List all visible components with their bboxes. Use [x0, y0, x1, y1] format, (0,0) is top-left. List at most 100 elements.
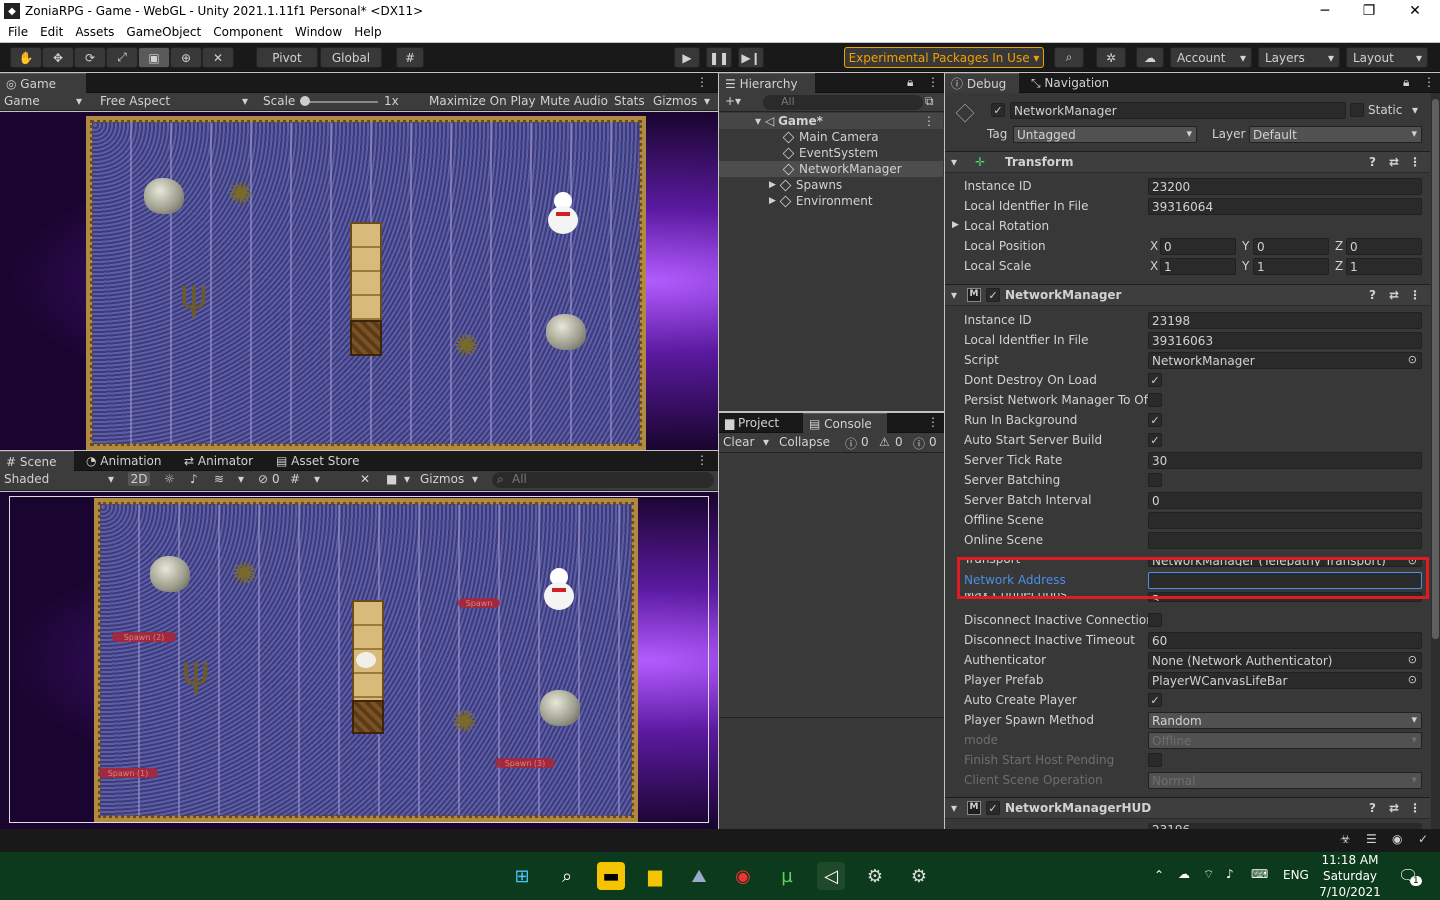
menu-edit[interactable]: Edit — [36, 25, 67, 39]
minimize-button[interactable]: ─ — [1302, 0, 1348, 22]
photos-icon[interactable]: ⛰ — [685, 862, 713, 890]
menu-component[interactable]: Component — [209, 25, 287, 39]
scene-viewport[interactable]: ✺ ψ ✺ Spawn Spawn (3) Spawn (2) Spawn (1… — [0, 492, 718, 829]
transform-local-id-field[interactable]: 39316064 — [1148, 198, 1422, 215]
spawn-marker[interactable]: Spawn (2) — [112, 632, 176, 642]
mute-audio-toggle[interactable]: Mute Audio — [540, 94, 608, 108]
menu-window[interactable]: Window — [291, 25, 346, 39]
tools-icon[interactable]: ✕ — [360, 472, 370, 486]
chrome-icon[interactable]: ◉ — [729, 862, 757, 890]
tab-animation[interactable]: ◔ Animation — [80, 451, 167, 471]
server-batching-checkbox[interactable] — [1148, 473, 1162, 487]
position-z-field[interactable]: 0 — [1346, 238, 1422, 255]
object-name-input[interactable]: NetworkManager — [1010, 102, 1346, 119]
shading-dropdown[interactable]: Shaded — [4, 472, 49, 486]
persist-network-manager-to-offl-checkbox[interactable] — [1148, 393, 1162, 407]
foldout-arrow-icon[interactable]: ▾ — [951, 288, 957, 302]
pause-button[interactable]: ❚❚ — [706, 47, 732, 68]
help-icon[interactable]: ? — [1369, 288, 1376, 302]
expand-arrow-icon[interactable]: ▶ — [769, 196, 776, 206]
audio-icon[interactable]: ♪ — [190, 472, 198, 486]
progress-icon[interactable]: ◉ — [1392, 832, 1402, 846]
transform-instance-id-field[interactable]: 23200 — [1148, 178, 1422, 195]
display-dropdown[interactable]: Game — [4, 94, 40, 108]
experimental-packages-button[interactable]: Experimental Packages In Use ▾ — [844, 47, 1044, 68]
global-button[interactable]: Global — [320, 47, 382, 68]
expand-arrow-icon[interactable]: ▾ — [755, 114, 761, 128]
authenticator-field[interactable]: None (Network Authenticator) ⊙ — [1148, 652, 1422, 669]
foldout-arrow-icon[interactable]: ▶ — [952, 220, 959, 230]
aspect-dropdown[interactable]: Free Aspect — [100, 94, 170, 108]
help-icon[interactable]: ? — [1369, 801, 1376, 815]
auto-create-player-checkbox[interactable]: ✓ — [1148, 693, 1162, 707]
tag-dropdown[interactable]: Untagged — [1013, 126, 1197, 143]
scale-y-field[interactable]: 1 — [1253, 258, 1329, 275]
component-enabled-checkbox[interactable]: ✓ — [986, 801, 1000, 815]
app-icon-2[interactable]: ⚙ — [905, 862, 933, 890]
scene-visibility-icon[interactable]: ⧉ — [925, 94, 934, 109]
move-tool-icon[interactable]: ✥ — [42, 47, 74, 68]
step-button[interactable]: ▶❙ — [738, 47, 764, 68]
auto-start-server-build-checkbox[interactable]: ✓ — [1148, 433, 1162, 447]
auto-generate-icon[interactable]: ✓ — [1418, 832, 1428, 846]
wifi-icon[interactable]: ⌔ — [1203, 867, 1214, 882]
expand-arrow-icon[interactable]: ▶ — [769, 180, 776, 190]
warning-icon[interactable]: ⚠ — [879, 435, 890, 449]
object-picker-icon[interactable]: ⊙ — [1408, 653, 1417, 666]
utorrent-icon[interactable]: µ — [773, 862, 801, 890]
panel-menu-icon[interactable]: ⋮ — [927, 415, 939, 429]
run-in-background-checkbox[interactable]: ✓ — [1148, 413, 1162, 427]
menu-file[interactable]: File — [4, 25, 32, 39]
active-checkbox[interactable]: ✓ — [991, 103, 1005, 117]
sticky-notes-icon[interactable]: ▬ — [597, 862, 625, 890]
game-viewport[interactable]: ✺ ψ ✺ — [0, 112, 718, 450]
network-manager-hud-header[interactable]: ▾ M ✓ NetworkManagerHUD ? ⇄ ⋮ — [945, 797, 1430, 819]
layer-dropdown[interactable]: Default — [1249, 126, 1422, 143]
menu-help[interactable]: Help — [350, 25, 385, 39]
tab-navigation[interactable]: ⤡ Navigation — [1025, 73, 1115, 93]
language-indicator[interactable]: ENG — [1283, 868, 1309, 882]
presets-icon[interactable]: ⇄ — [1389, 801, 1399, 815]
panel-menu-icon[interactable]: ⋮ — [1423, 75, 1435, 89]
position-y-field[interactable]: 0 — [1253, 238, 1329, 255]
console-log-area[interactable] — [719, 453, 944, 717]
scrollbar-thumb[interactable] — [1432, 99, 1439, 639]
tab-game[interactable]: ◎ Game — [0, 73, 86, 93]
rotate-tool-icon[interactable]: ⟳ — [74, 47, 106, 68]
lock-icon[interactable]: 🔒︎ — [907, 75, 913, 90]
chevron-up-icon[interactable]: ⌃ — [1154, 868, 1164, 882]
hierarchy-item[interactable]: ▶ Environment — [719, 193, 943, 209]
cache-icon[interactable]: ☰ — [1366, 832, 1377, 846]
effects-chevron-icon[interactable]: ▾ — [238, 472, 244, 486]
app-icon[interactable]: ⚙ — [861, 862, 889, 890]
gizmos-toggle[interactable]: Gizmos — [653, 94, 697, 108]
inspector-scrollbar[interactable] — [1431, 93, 1440, 829]
server-batch-interval-field[interactable]: 0 — [1148, 492, 1422, 509]
volume-icon[interactable]: ♪ — [1226, 867, 1234, 881]
add-icon[interactable]: +▾ — [725, 94, 741, 108]
onedrive-icon[interactable]: ☁ — [1178, 867, 1190, 881]
script-field[interactable]: NetworkManager ⊙ — [1148, 352, 1422, 369]
network-manager-header[interactable]: ▾ M ✓ NetworkManager ? ⇄ ⋮ — [945, 284, 1430, 306]
gizmos-button[interactable]: Gizmos — [420, 472, 464, 486]
disconnect-inactive-connection-checkbox[interactable] — [1148, 613, 1162, 627]
gizmos-chevron-icon[interactable]: ▾ — [472, 472, 478, 486]
panel-menu-icon[interactable]: ⋮ — [696, 75, 708, 89]
tab-asset-store[interactable]: ▤ Asset Store — [270, 451, 366, 471]
static-chevron-icon[interactable]: ▾ — [1412, 103, 1418, 117]
spawn-marker[interactable]: Spawn (1) — [98, 768, 158, 778]
server-tick-rate-field[interactable]: 30 — [1148, 452, 1422, 469]
tab-console[interactable]: ▤ Console — [803, 413, 887, 433]
close-button[interactable]: ✕ — [1392, 0, 1438, 22]
file-explorer-icon[interactable]: ▆ — [641, 862, 669, 890]
client-scene-operation-dropdown[interactable]: Normal — [1148, 772, 1422, 789]
hierarchy-item-selected[interactable]: NetworkManager — [719, 161, 943, 177]
maximize-on-play-toggle[interactable]: Maximize On Play — [429, 94, 536, 108]
hierarchy-item[interactable]: Main Camera — [719, 129, 943, 145]
collapse-button[interactable]: Collapse — [779, 435, 830, 449]
spawn-marker[interactable]: Spawn (3) — [495, 758, 555, 768]
row-menu-icon[interactable]: ⋮ — [923, 114, 935, 128]
info-icon[interactable]: ⓘ — [845, 435, 857, 452]
static-checkbox[interactable] — [1350, 103, 1364, 117]
stats-toggle[interactable]: Stats — [614, 94, 645, 108]
